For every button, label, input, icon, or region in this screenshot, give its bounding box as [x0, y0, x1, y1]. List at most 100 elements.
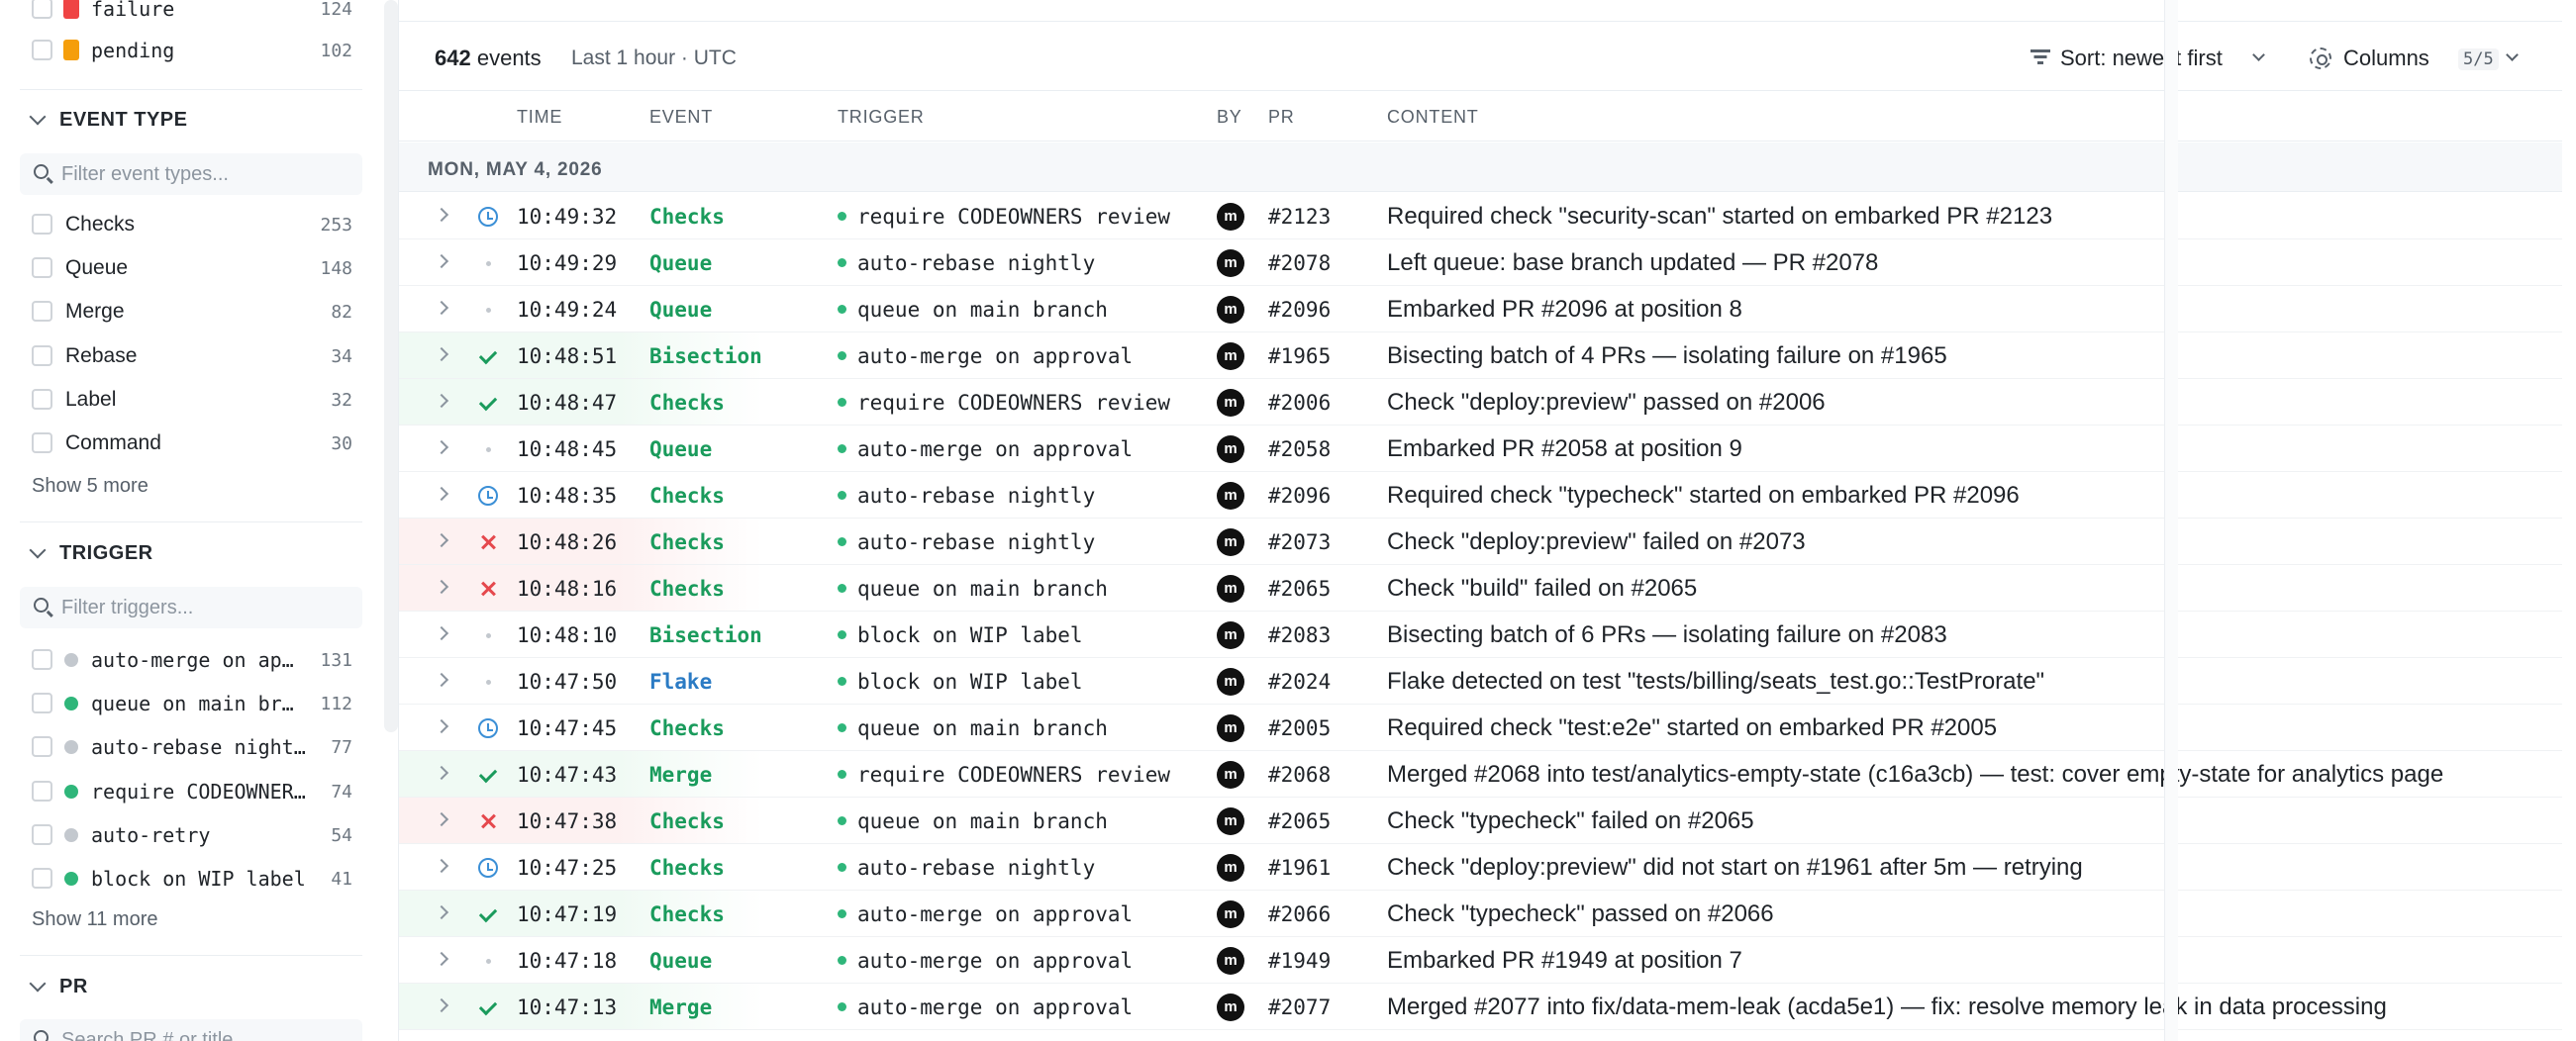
checkbox[interactable]	[32, 736, 52, 758]
checkbox[interactable]	[32, 693, 52, 714]
section-title-pr[interactable]: PR	[59, 976, 88, 998]
row-pr-link[interactable]: #2005	[1268, 716, 1331, 740]
checkbox[interactable]	[32, 432, 52, 453]
row-pr-link[interactable]: #2024	[1268, 670, 1331, 694]
row-trigger[interactable]: queue on main branch	[857, 298, 1108, 322]
checkbox[interactable]	[32, 40, 52, 60]
checkbox[interactable]	[32, 823, 52, 845]
checkbox[interactable]	[32, 388, 52, 410]
row-pr-link[interactable]: #2058	[1268, 437, 1331, 461]
section-title-event-type[interactable]: EVENT TYPE	[59, 109, 187, 132]
row-trigger[interactable]: auto-merge on approval	[857, 344, 1133, 368]
avatar[interactable]: m	[1217, 528, 1244, 556]
row-trigger[interactable]: auto-rebase nightly	[857, 251, 1095, 275]
row-pr-link[interactable]: #1965	[1268, 344, 1331, 368]
row-trigger[interactable]: block on WIP label	[857, 623, 1083, 647]
table-row[interactable]: 10:47:13 Merge auto-merge on approval m #207…	[399, 984, 2562, 1030]
table-row[interactable]: 10:47:50 Flake block on WIP label m #2024 Fla…	[399, 658, 2562, 705]
checkbox[interactable]	[32, 649, 52, 670]
checkbox[interactable]	[32, 301, 52, 323]
table-row[interactable]: 10:48:51 Bisection auto-merge on approval m…	[399, 332, 2562, 379]
table-row[interactable]: 10:48:26 Checks auto-rebase nightly m #2073 C…	[399, 519, 2562, 565]
avatar[interactable]: m	[1217, 668, 1244, 696]
row-trigger[interactable]: auto-merge on approval	[857, 995, 1133, 1019]
section-title-trigger[interactable]: TRIGGER	[59, 542, 153, 565]
column-header-content[interactable]: CONTENT	[1387, 107, 1479, 128]
table-row[interactable]: 10:47:25 Checks auto-rebase nightly m #1961 C…	[399, 844, 2562, 891]
row-pr-link[interactable]: #2083	[1268, 623, 1331, 647]
row-pr-link[interactable]: #2068	[1268, 763, 1331, 787]
checkbox[interactable]	[32, 868, 52, 889]
avatar[interactable]: m	[1217, 807, 1244, 835]
column-header-by[interactable]: BY	[1217, 107, 1242, 128]
column-header-pr[interactable]: PR	[1268, 107, 1295, 128]
row-trigger[interactable]: auto-rebase nightly	[857, 530, 1095, 554]
row-pr-link[interactable]: #2065	[1268, 809, 1331, 833]
avatar[interactable]: m	[1217, 482, 1244, 510]
table-row[interactable]: 10:49:32 Checks require CODEOWNERS review m…	[399, 193, 2562, 239]
avatar[interactable]: m	[1217, 714, 1244, 742]
row-trigger[interactable]: require CODEOWNERS review	[857, 763, 1170, 787]
row-pr-link[interactable]: #2073	[1268, 530, 1331, 554]
row-pr-link[interactable]: #2078	[1268, 251, 1331, 275]
row-trigger[interactable]: auto-merge on approval	[857, 437, 1133, 461]
table-row[interactable]: 10:48:47 Checks require CODEOWNERS review m…	[399, 379, 2562, 426]
row-pr-link[interactable]: #2077	[1268, 995, 1331, 1019]
checkbox[interactable]	[32, 780, 52, 802]
trigger-filter-input[interactable]: Filter triggers...	[20, 587, 362, 628]
avatar[interactable]: m	[1217, 761, 1244, 789]
avatar[interactable]: m	[1217, 994, 1244, 1021]
table-row[interactable]: 10:48:45 Queue auto-merge on approval m #205…	[399, 426, 2562, 472]
row-pr-link[interactable]: #2006	[1268, 391, 1331, 415]
row-trigger[interactable]: auto-merge on approval	[857, 902, 1133, 926]
main-scrollbar-track[interactable]	[2164, 0, 2178, 1041]
avatar[interactable]: m	[1217, 389, 1244, 417]
table-row[interactable]: 10:49:29 Queue auto-rebase nightly m #2078 Le…	[399, 239, 2562, 286]
column-header-time[interactable]: TIME	[517, 107, 562, 128]
row-pr-link[interactable]: #1961	[1268, 856, 1331, 880]
row-trigger[interactable]: queue on main branch	[857, 716, 1108, 740]
row-trigger[interactable]: require CODEOWNERS review	[857, 391, 1170, 415]
row-pr-link[interactable]: #2096	[1268, 298, 1331, 322]
row-trigger[interactable]: block on WIP label	[857, 670, 1083, 694]
row-pr-link[interactable]: #1949	[1268, 949, 1331, 973]
avatar[interactable]: m	[1217, 249, 1244, 277]
row-pr-link[interactable]: #2066	[1268, 902, 1331, 926]
event-type-filter-input[interactable]: Filter event types...	[20, 153, 362, 195]
table-row[interactable]: 10:49:24 Queue queue on main branch m #2096 E…	[399, 286, 2562, 332]
table-row[interactable]: 10:47:19 Checks auto-merge on approval m #20…	[399, 891, 2562, 937]
avatar[interactable]: m	[1217, 854, 1244, 882]
avatar[interactable]: m	[1217, 900, 1244, 928]
table-row[interactable]: 10:47:45 Checks queue on main branch m #2005…	[399, 705, 2562, 751]
trigger-show-more-button[interactable]: Show 11 more	[32, 908, 157, 931]
checkbox[interactable]	[32, 214, 52, 235]
checkbox[interactable]	[32, 257, 52, 279]
table-row[interactable]: 10:48:10 Bisection block on WIP label m #208…	[399, 612, 2562, 658]
row-pr-link[interactable]: #2123	[1268, 205, 1331, 229]
row-pr-link[interactable]: #2096	[1268, 484, 1331, 508]
avatar[interactable]: m	[1217, 621, 1244, 649]
avatar[interactable]: m	[1217, 575, 1244, 603]
avatar[interactable]: m	[1217, 296, 1244, 324]
avatar[interactable]: m	[1217, 435, 1244, 463]
table-row[interactable]: 10:47:43 Merge require CODEOWNERS review m #…	[399, 751, 2562, 798]
avatar[interactable]: m	[1217, 203, 1244, 231]
row-pr-link[interactable]: #2065	[1268, 577, 1331, 601]
sidebar-scrollbar[interactable]	[384, 0, 398, 732]
row-trigger[interactable]: auto-rebase nightly	[857, 484, 1095, 508]
chevron-down-icon[interactable]	[29, 975, 47, 993]
table-row[interactable]: 10:48:35 Checks auto-rebase nightly m #2096 R…	[399, 472, 2562, 519]
pr-search-input[interactable]: Search PR # or title	[20, 1019, 362, 1041]
avatar[interactable]: m	[1217, 947, 1244, 975]
row-trigger[interactable]: queue on main branch	[857, 809, 1108, 833]
table-row[interactable]: 10:47:38 Checks queue on main branch m #2065…	[399, 798, 2562, 844]
avatar[interactable]: m	[1217, 342, 1244, 370]
table-row[interactable]: 10:48:16 Checks queue on main branch m #2065…	[399, 565, 2562, 612]
row-trigger[interactable]: auto-merge on approval	[857, 949, 1133, 973]
row-trigger[interactable]: auto-rebase nightly	[857, 856, 1095, 880]
row-trigger[interactable]: require CODEOWNERS review	[857, 205, 1170, 229]
column-header-event[interactable]: EVENT	[649, 107, 713, 128]
checkbox[interactable]	[32, 0, 52, 19]
chevron-down-icon[interactable]	[29, 541, 47, 559]
checkbox[interactable]	[32, 344, 52, 366]
